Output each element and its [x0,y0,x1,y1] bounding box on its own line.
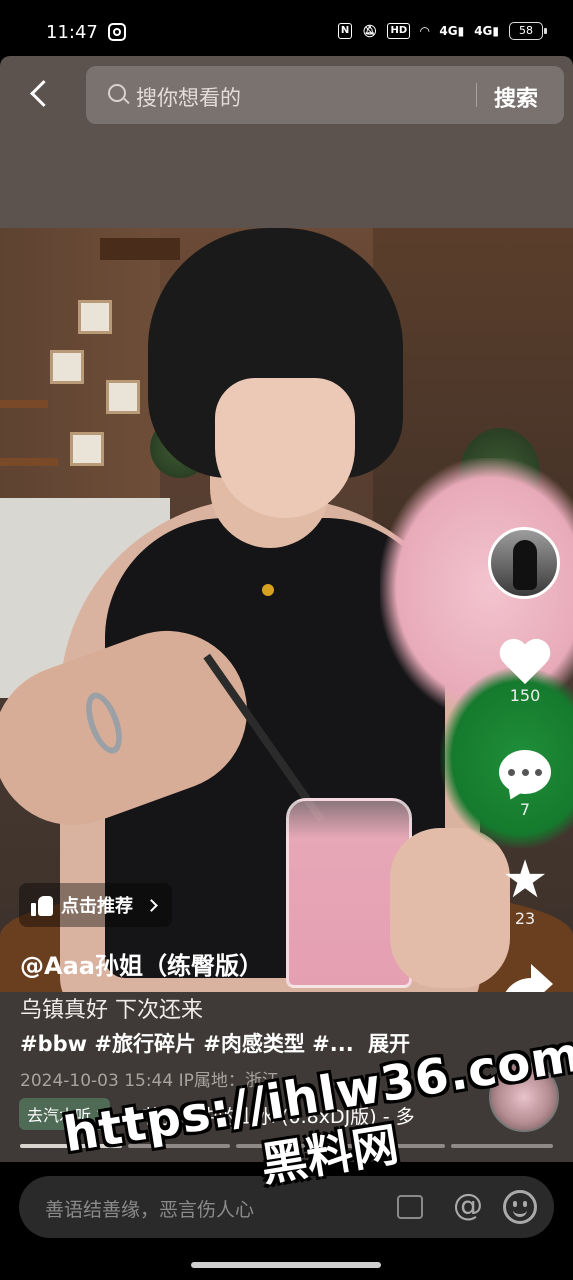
music-title[interactable]: }若我心中的山水 (0.8xDJ版) - 多 [130,1102,430,1129]
author-username[interactable]: @Aaa孙姐（练臀版） [20,946,263,981]
music-disc[interactable] [489,1062,559,1132]
back-icon[interactable] [28,80,54,110]
post-meta: 2024-10-03 15:44 IP属地：浙江 [20,1071,279,1091]
battery-icon: 58 [509,22,547,40]
favorite-count: 23 [514,909,536,928]
video-person-face [215,378,355,518]
video-pendant [262,584,274,596]
recommend-label: 点击推荐 [61,896,133,917]
expand-button[interactable]: 展开 [368,1028,410,1058]
progress-segment [127,1144,230,1148]
comment-placeholder: 善语结善缘，恶言伤人心 [45,1199,255,1221]
search-button[interactable]: 搜索 [494,81,538,113]
progress-segment [451,1144,553,1148]
like-button[interactable]: 150 [485,640,565,705]
comment-count: 7 [519,800,531,819]
status-bar: 11:47 N 🔕︎ HD ◠ 4G▮ 4G▮ 58 [0,0,573,64]
video-wall-frame [70,432,104,466]
music-pill-label: 去汽水听 [27,1106,92,1125]
comment-button[interactable]: 7 [485,750,565,819]
signal-1-icon: 4G▮ [439,24,465,38]
emoji-icon[interactable] [503,1190,537,1224]
chevron-right-icon [93,1109,104,1119]
home-indicator[interactable] [191,1262,381,1268]
star-icon: ★ [501,850,549,910]
recommend-button[interactable]: 点击推荐 [19,883,172,927]
mute-icon: 🔕︎ [362,24,378,38]
search-icon [108,84,126,102]
video-shelf [0,458,58,466]
video-ceiling-beam [100,238,180,260]
progress-segment [20,1144,122,1148]
comment-bar: 善语结善缘，恶言伤人心 @ [0,1162,573,1280]
heart-icon [499,640,551,686]
progress-segment [235,1144,338,1148]
instagram-icon [108,23,126,41]
thumb-up-icon [31,894,53,916]
search-placeholder: 搜你想看的 [136,86,241,110]
signal-2-icon: 4G▮ [474,24,499,38]
chevron-right-icon [145,898,158,912]
wifi-icon: ◠ [420,24,430,38]
post-description: 乌镇真好 下次还来 [20,998,203,1023]
progress-segment [343,1144,446,1148]
image-icon[interactable] [397,1195,423,1219]
hd-icon: HD [387,23,411,39]
like-count: 150 [509,686,541,705]
video-shelf [0,400,48,408]
status-time: 11:47 [46,22,98,43]
comment-input[interactable]: 善语结善缘，恶言伤人心 @ [19,1176,554,1238]
search-input[interactable]: 搜你想看的 搜索 [86,66,564,124]
video-wall-frame [50,350,84,384]
nfc-icon: N [337,23,353,39]
post-tags[interactable]: #bbw #旅行碎片 #肉感类型 #... [20,1028,354,1058]
video-progress-bar[interactable] [20,1144,553,1148]
search-divider [476,83,477,107]
status-icons: N 🔕︎ HD ◠ 4G▮ 4G▮ 58 [337,22,547,40]
at-icon[interactable]: @ [453,1188,483,1223]
video-wall-frame [78,300,112,334]
comment-icon [499,750,551,794]
author-avatar[interactable] [488,527,560,599]
search-header: 搜你想看的 搜索 [0,56,573,228]
open-in-music-app-button[interactable]: 去汽水听 [19,1098,111,1130]
favorite-button[interactable]: ★ 23 [485,850,565,928]
video-wall-frame [106,380,140,414]
